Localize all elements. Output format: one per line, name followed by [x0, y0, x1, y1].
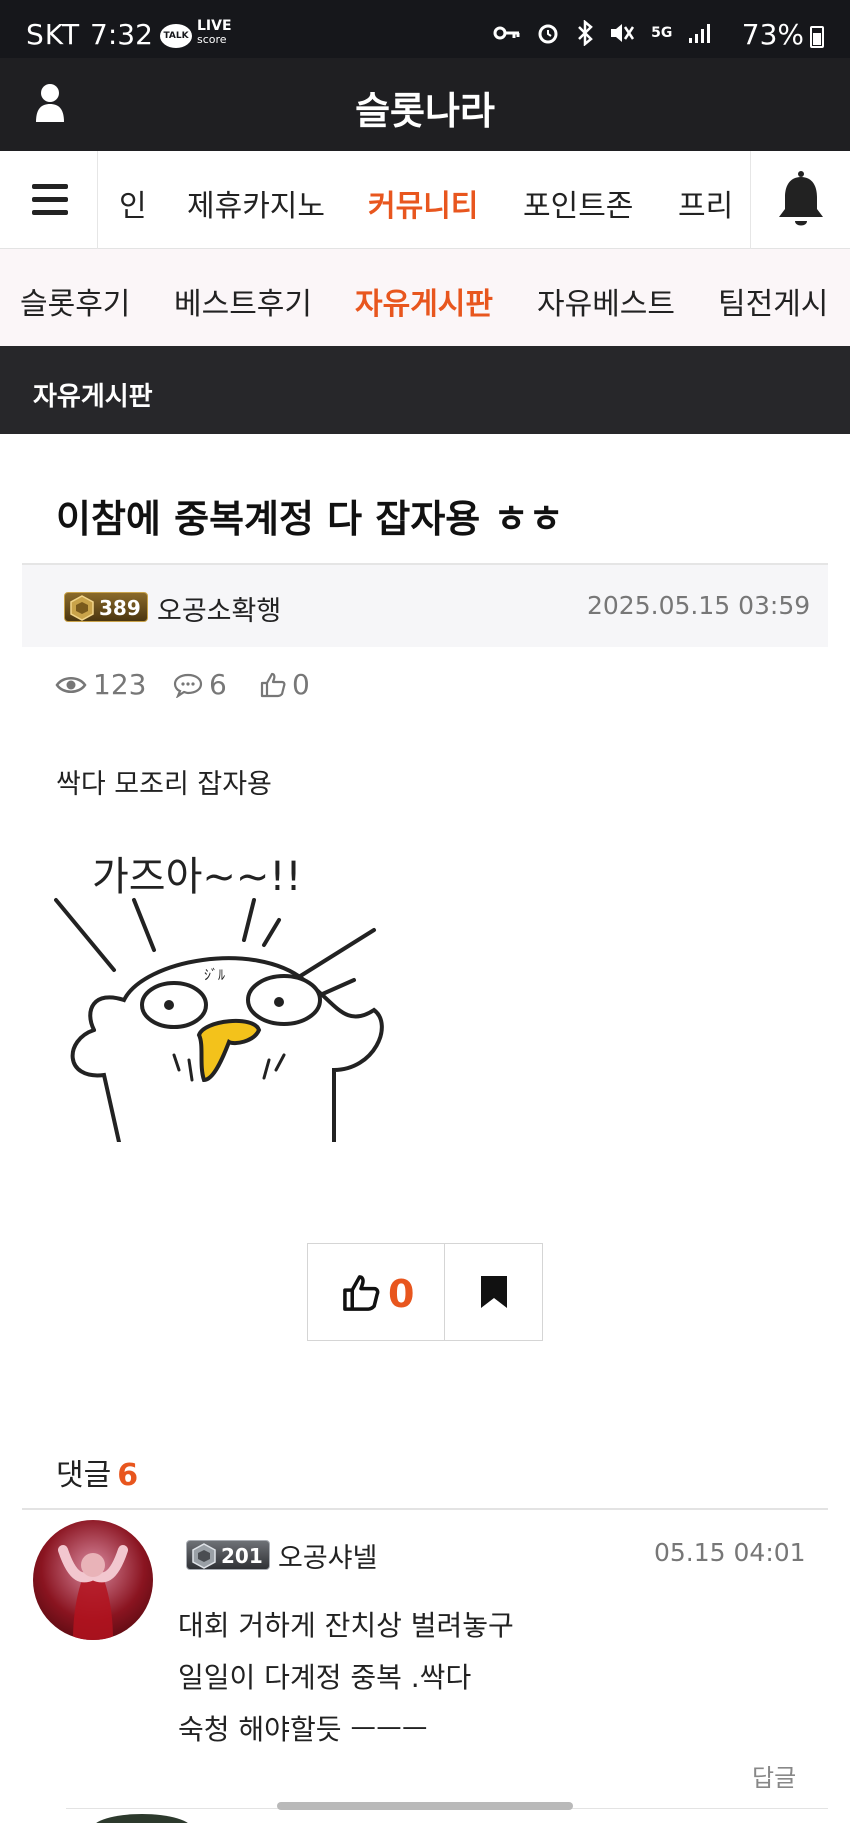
level-badge: 201	[186, 1540, 270, 1570]
battery-icon	[810, 26, 824, 48]
comment-author[interactable]: 오공샤넬	[278, 1536, 377, 1575]
nav-item-point-zone[interactable]: 포인트존	[523, 181, 633, 225]
comment-line: 숙청 해야할듯 ㅡㅡㅡ	[178, 1713, 428, 1746]
app-header: 슬롯나라	[0, 58, 850, 151]
post-actions: 0	[307, 1243, 543, 1341]
status-bar: SKT 7:32 TALK LIVE score 5G 73%	[0, 0, 850, 58]
view-count-value: 123	[93, 668, 147, 701]
nav-item-partial[interactable]: 인	[119, 181, 147, 225]
bookmark-button[interactable]	[446, 1244, 542, 1340]
live-label: LIVE	[197, 18, 232, 34]
alarm-icon	[538, 24, 558, 44]
carrier-label: SKT	[26, 18, 81, 51]
post-title: 이참에 중복계정 다 잡자용 ㅎㅎ	[56, 497, 564, 541]
board-title: 자유게시판	[33, 382, 153, 412]
avatar[interactable]	[92, 1814, 192, 1823]
home-indicator[interactable]	[277, 1802, 573, 1810]
thumbs-up-icon	[260, 672, 286, 697]
post-author[interactable]: 오공소확행	[157, 589, 281, 628]
comment-count-value: 6	[209, 668, 227, 701]
sub-nav-free-best[interactable]: 자유베스트	[537, 279, 675, 323]
like-count: 0	[260, 668, 310, 701]
level-gem-icon	[70, 595, 94, 621]
duck-sticker-image: 가즈아~~!! ｼﾞﾙ	[54, 830, 388, 1142]
avatar-image	[58, 1545, 128, 1640]
mute-icon	[611, 24, 635, 42]
avatar[interactable]	[33, 1520, 153, 1640]
livescore-notification-icon: LIVE score	[197, 18, 232, 46]
nav-item-free[interactable]: 프리	[678, 181, 733, 225]
sub-nav-team-board[interactable]: 팀전게시	[718, 279, 828, 323]
sub-nav-free-board[interactable]: 자유게시판	[355, 279, 493, 323]
sticker-marks: ｼﾞﾙ	[204, 968, 225, 984]
comment-bubble-icon	[173, 673, 203, 698]
comment-date: 05.15 04:01	[654, 1538, 806, 1567]
like-button-count: 0	[388, 1272, 415, 1316]
network-type-label: 5G	[651, 25, 673, 41]
hamburger-menu-icon[interactable]	[0, 151, 98, 249]
reply-button[interactable]: 답글	[752, 1758, 796, 1793]
post-body: 싹다 모조리 잡자용	[56, 769, 272, 800]
sub-nav-slot-review[interactable]: 슬롯후기	[20, 279, 130, 323]
comments-header: 댓글 6	[56, 1450, 138, 1494]
level-badge: 389	[64, 592, 148, 622]
comments-divider	[22, 1508, 828, 1510]
like-button[interactable]: 0	[308, 1244, 445, 1340]
comments-count: 6	[117, 1458, 139, 1493]
level-gem-icon	[192, 1543, 216, 1569]
thumbs-up-icon	[343, 1275, 380, 1311]
key-icon	[493, 26, 520, 40]
site-title[interactable]: 슬롯나라	[0, 80, 850, 135]
like-count-value: 0	[292, 668, 310, 701]
post-meta: 389 오공소확행 2025.05.15 03:59	[22, 563, 828, 647]
comment-line: 대회 거하게 잔치상 벌려놓구	[178, 1609, 514, 1642]
bell-icon[interactable]	[750, 151, 850, 249]
kakaotalk-notification-icon: TALK	[160, 24, 192, 48]
bookmark-icon	[481, 1276, 507, 1308]
post-date: 2025.05.15 03:59	[587, 591, 811, 620]
live-sub-label: score	[197, 33, 227, 46]
sub-nav: 슬롯후기 베스트후기 자유게시판 자유베스트 팀전게시	[0, 249, 850, 346]
board-title-bar: 자유게시판	[0, 346, 850, 434]
system-status-icons: 5G	[493, 18, 712, 46]
level-number: 389	[99, 596, 141, 620]
view-count: 123	[55, 668, 146, 701]
main-nav-tabs: 인 제휴카지노 커뮤니티 포인트존 프리	[99, 151, 749, 249]
eye-icon	[55, 676, 87, 693]
signal-icon	[689, 24, 710, 43]
clock: 7:32	[90, 18, 153, 51]
comment-count: 6	[173, 668, 227, 701]
sticker-caption: 가즈아~~!!	[92, 854, 302, 900]
nav-item-partner-casino[interactable]: 제휴카지노	[187, 181, 325, 225]
comments-label: 댓글	[56, 1458, 112, 1493]
battery-percent: 73%	[741, 18, 804, 51]
comment-line: 일일이 다계정 중복 .싹다	[178, 1661, 472, 1694]
main-nav: 인 제휴카지노 커뮤니티 포인트존 프리	[0, 151, 850, 249]
nav-item-community[interactable]: 커뮤니티	[368, 181, 478, 225]
level-number: 201	[221, 1544, 263, 1568]
bluetooth-icon	[577, 20, 593, 46]
sub-nav-best-review[interactable]: 베스트후기	[174, 279, 312, 323]
